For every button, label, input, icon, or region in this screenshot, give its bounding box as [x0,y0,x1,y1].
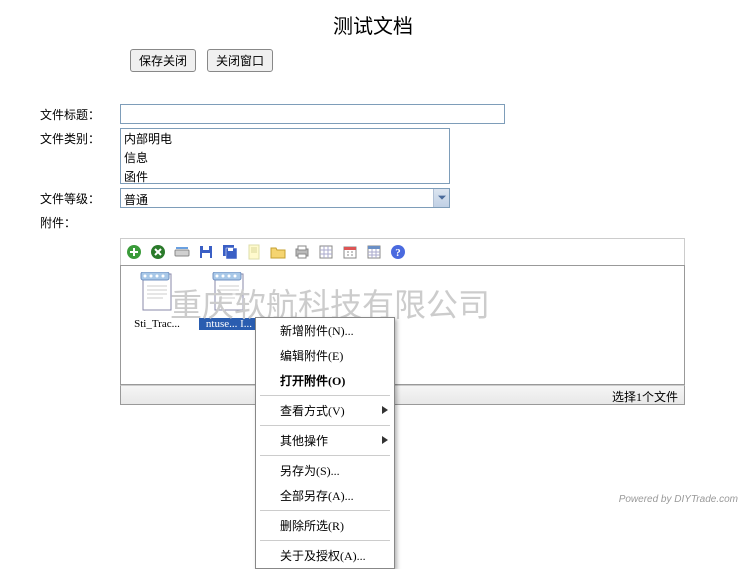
close-window-button[interactable]: 关闭窗口 [207,49,273,72]
category-label: 文件类别： [40,128,120,184]
menu-other-ops[interactable]: 其他操作 [256,428,394,453]
attachment-editor: ? Sti_Trac... ntuse... I... 选择1个文件 [120,238,685,405]
scan-icon[interactable] [173,243,191,261]
spreadsheet-icon[interactable] [317,243,335,261]
grid-icon[interactable] [365,243,383,261]
menu-separator [260,425,390,426]
status-bar: 选择1个文件 [120,385,685,405]
doc-icon[interactable] [245,243,263,261]
level-label: 文件等级： [40,188,120,208]
level-value: 普通 [121,189,433,207]
list-item[interactable]: 函件 [121,167,449,184]
save-close-button[interactable]: 保存关闭 [130,49,196,72]
menu-save-all[interactable]: 全部另存(A)... [256,483,394,508]
open-icon[interactable] [269,243,287,261]
menu-about[interactable]: 关于及授权(A)... [256,543,394,568]
menu-separator [260,510,390,511]
menu-edit-attachment[interactable]: 编辑附件(E) [256,343,394,368]
level-select[interactable]: 普通 [120,188,450,208]
menu-delete-selected[interactable]: 删除所选(R) [256,513,394,538]
attachment-label: 附件： [40,212,120,231]
list-item[interactable]: 信息 [121,148,449,167]
footer-text: Powered by DIYTrade.com [619,494,738,505]
menu-separator [260,395,390,396]
help-icon[interactable]: ? [389,243,407,261]
title-input[interactable] [120,104,505,124]
delete-icon[interactable] [149,243,167,261]
chevron-right-icon [382,403,388,418]
calendar-icon[interactable] [341,243,359,261]
file-item[interactable]: ntuse... I... [199,272,259,378]
notepad-icon [139,272,175,316]
save-icon[interactable] [197,243,215,261]
notepad-icon [211,272,247,316]
svg-text:?: ? [395,247,401,259]
saveall-icon[interactable] [221,243,239,261]
chevron-down-icon[interactable] [433,189,449,207]
chevron-right-icon [382,433,388,448]
add-icon[interactable] [125,243,143,261]
menu-view-mode[interactable]: 查看方式(V) [256,398,394,423]
menu-separator [260,540,390,541]
menu-save-as[interactable]: 另存为(S)... [256,458,394,483]
category-listbox[interactable]: 内部明电 信息 函件 [120,128,450,184]
file-label: Sti_Trac... [127,318,187,330]
list-item[interactable]: 内部明电 [121,129,449,148]
menu-separator [260,455,390,456]
file-panel[interactable]: Sti_Trac... ntuse... I... [120,265,685,385]
context-menu: 新增附件(N)... 编辑附件(E) 打开附件(O) 查看方式(V) 其他操作 … [255,317,395,569]
menu-open-attachment[interactable]: 打开附件(O) [256,368,394,393]
file-item[interactable]: Sti_Trac... [127,272,187,378]
toolbar: ? [120,238,685,265]
file-label: ntuse... I... [199,318,259,330]
button-row: 保存关闭 关闭窗口 [0,49,746,82]
page-title: 测试文档 [0,0,746,49]
menu-add-attachment[interactable]: 新增附件(N)... [256,318,394,343]
print-icon[interactable] [293,243,311,261]
title-label: 文件标题： [40,104,120,124]
